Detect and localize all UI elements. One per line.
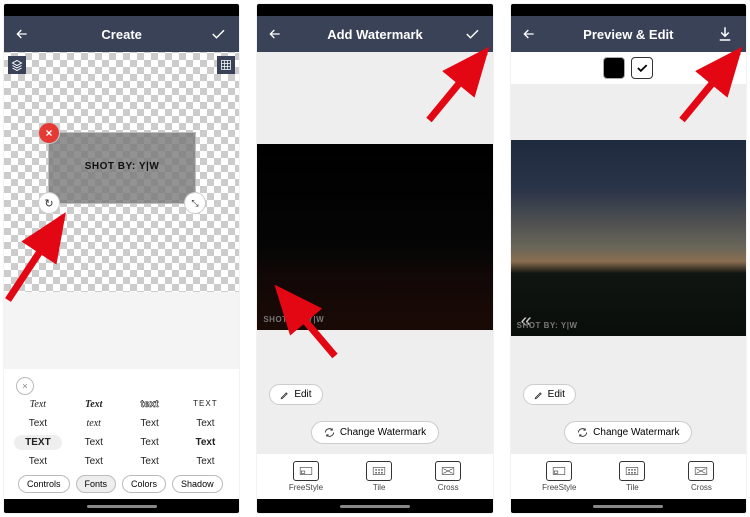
- swatch-black[interactable]: [603, 57, 625, 79]
- font-option[interactable]: Text: [14, 416, 62, 431]
- freestyle-icon: [293, 461, 319, 481]
- font-option[interactable]: Text: [181, 435, 229, 450]
- color-swatch-bar: [511, 52, 746, 84]
- mode-row: FreeStyle Tile Cross: [511, 453, 746, 499]
- scale-handle[interactable]: ⤡: [185, 193, 205, 213]
- mode-label: FreeStyle: [289, 483, 323, 492]
- preview-area[interactable]: « SHOT BY: Y|W Edit Change Watermark Fre…: [511, 52, 746, 499]
- status-bar: [257, 4, 492, 16]
- applied-watermark: SHOT BY: Y|W: [263, 315, 324, 324]
- status-bar: [4, 4, 239, 16]
- edit-button[interactable]: Edit: [269, 384, 322, 405]
- home-indicator: [4, 499, 239, 513]
- mode-cross[interactable]: Cross: [688, 461, 714, 492]
- tile-icon: [366, 461, 392, 481]
- font-option[interactable]: Text: [126, 416, 174, 431]
- confirm-button[interactable]: [203, 16, 233, 52]
- edit-label: Edit: [548, 389, 565, 400]
- screen-create: Create SHOT BY: Y|W ↻ ⤡ Text Text text: [4, 4, 239, 513]
- confirm-button[interactable]: [457, 16, 487, 52]
- grid-icon[interactable]: [217, 56, 235, 74]
- cross-icon: [435, 461, 461, 481]
- font-option[interactable]: Text: [70, 435, 118, 450]
- tab-fonts[interactable]: Fonts: [76, 475, 117, 493]
- mode-label: FreeStyle: [542, 483, 576, 492]
- applied-watermark: SHOT BY: Y|W: [517, 321, 578, 330]
- font-option[interactable]: Text: [70, 454, 118, 469]
- font-option[interactable]: Text: [181, 416, 229, 431]
- back-button[interactable]: [257, 26, 293, 42]
- mode-cross[interactable]: Cross: [435, 461, 461, 492]
- mode-tile[interactable]: Tile: [366, 461, 392, 492]
- font-option[interactable]: Text: [14, 397, 62, 412]
- tab-colors[interactable]: Colors: [122, 475, 166, 493]
- download-button[interactable]: [710, 16, 740, 52]
- tab-shadow[interactable]: Shadow: [172, 475, 223, 493]
- font-option[interactable]: text: [126, 397, 174, 412]
- preview-area[interactable]: SHOT BY: Y|W Edit Change Watermark FreeS…: [257, 52, 492, 499]
- app-header: Create: [4, 16, 239, 52]
- empty-area: [4, 292, 239, 369]
- font-option[interactable]: text: [70, 416, 118, 431]
- font-option[interactable]: Text: [181, 454, 229, 469]
- mode-label: Tile: [373, 483, 386, 492]
- layers-icon[interactable]: [8, 56, 26, 74]
- change-watermark-label: Change Watermark: [593, 427, 679, 438]
- mode-label: Tile: [626, 483, 639, 492]
- mode-freestyle[interactable]: FreeStyle: [542, 461, 576, 492]
- change-row: Change Watermark: [257, 413, 492, 453]
- status-bar: [511, 4, 746, 16]
- watermark-box[interactable]: SHOT BY: Y|W ↻ ⤡: [48, 132, 196, 204]
- mode-label: Cross: [438, 483, 459, 492]
- photo-preview[interactable]: SHOT BY: Y|W: [257, 144, 492, 330]
- font-option[interactable]: Text: [14, 454, 62, 469]
- app-header: Add Watermark: [257, 16, 492, 52]
- font-option[interactable]: TEXT: [14, 435, 62, 450]
- font-grid: Text Text text TEXT Text text Text Text …: [14, 397, 229, 469]
- freestyle-icon: [546, 461, 572, 481]
- back-button[interactable]: [511, 26, 547, 42]
- screen-preview-edit: Preview & Edit « SHOT BY: Y|W Edit Chang…: [511, 4, 746, 513]
- back-button[interactable]: [4, 26, 40, 42]
- change-watermark-button[interactable]: Change Watermark: [564, 421, 692, 444]
- watermark-text: SHOT BY: Y|W: [49, 161, 195, 172]
- app-header: Preview & Edit: [511, 16, 746, 52]
- tab-bg[interactable]: BG: [229, 475, 230, 493]
- delete-handle[interactable]: [39, 123, 59, 143]
- change-watermark-label: Change Watermark: [340, 427, 426, 438]
- edit-button[interactable]: Edit: [523, 384, 576, 405]
- editor-tab-row: Controls Fonts Colors Shadow BG 3D: [14, 469, 229, 499]
- font-panel: Text Text text TEXT Text text Text Text …: [4, 369, 239, 499]
- change-watermark-button[interactable]: Change Watermark: [311, 421, 439, 444]
- mode-label: Cross: [691, 483, 712, 492]
- photo-preview[interactable]: « SHOT BY: Y|W: [511, 140, 746, 336]
- cross-icon: [688, 461, 714, 481]
- editor-canvas[interactable]: SHOT BY: Y|W ↻ ⤡: [4, 52, 239, 292]
- rotate-handle[interactable]: ↻: [39, 193, 59, 213]
- home-indicator: [257, 499, 492, 513]
- close-panel-button[interactable]: [16, 377, 34, 395]
- font-option[interactable]: TEXT: [181, 397, 229, 412]
- screen-add-watermark: Add Watermark SHOT BY: Y|W Edit Change W…: [257, 4, 492, 513]
- font-option[interactable]: Text: [126, 454, 174, 469]
- home-indicator: [511, 499, 746, 513]
- tile-icon: [619, 461, 645, 481]
- mode-row: FreeStyle Tile Cross: [257, 453, 492, 499]
- font-option[interactable]: Text: [126, 435, 174, 450]
- edit-label: Edit: [294, 389, 311, 400]
- tab-controls[interactable]: Controls: [18, 475, 70, 493]
- swatch-white[interactable]: [631, 57, 653, 79]
- font-option[interactable]: Text: [70, 397, 118, 412]
- mode-tile[interactable]: Tile: [619, 461, 645, 492]
- change-row: Change Watermark: [511, 413, 746, 453]
- mode-freestyle[interactable]: FreeStyle: [289, 461, 323, 492]
